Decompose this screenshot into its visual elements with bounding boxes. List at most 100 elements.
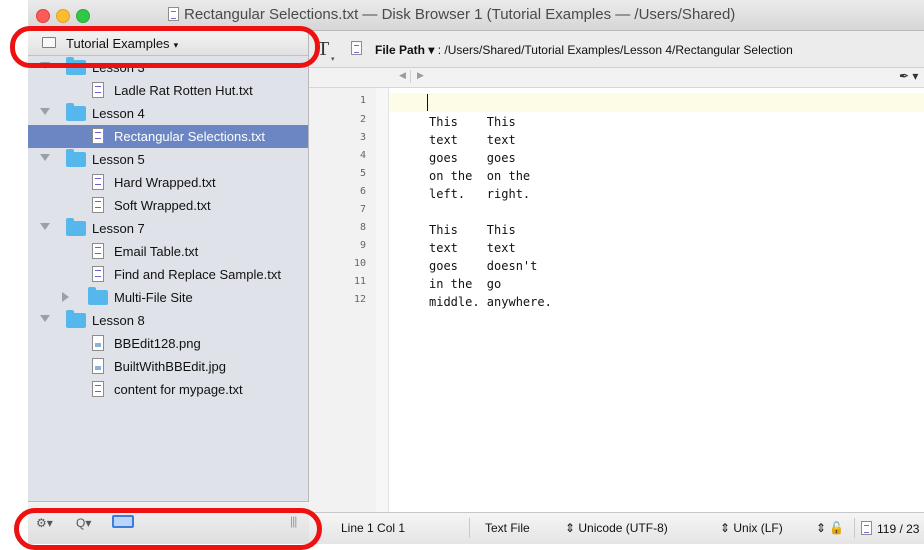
code-line[interactable]: goes goes (429, 151, 516, 165)
code-line[interactable]: This This (429, 115, 516, 129)
title-bar: Rectangular Selections.txt — Disk Browse… (28, 0, 924, 31)
code-line[interactable]: middle. anywhere. (429, 295, 552, 309)
disclosure-triangle-icon[interactable] (62, 292, 69, 302)
current-line-highlight (389, 93, 924, 112)
tree-item-lesson-8[interactable]: Lesson 8 (28, 309, 308, 332)
text-caret (427, 94, 428, 111)
document-stats: 119 / 23 . (861, 521, 924, 536)
tree-item-label: Rectangular Selections.txt (114, 129, 266, 144)
tree-item-ladle-rat-rotten-hut[interactable]: Ladle Rat Rotten Hut.txt (28, 79, 308, 102)
gear-icon[interactable]: ⚙▾ (36, 516, 53, 530)
folder-icon (42, 37, 56, 48)
window-title: Rectangular Selections.txt — Disk Browse… (168, 6, 735, 23)
disclosure-triangle-icon[interactable] (40, 223, 50, 230)
tree-item-bbedit128[interactable]: BBEdit128.png (28, 332, 308, 355)
lock-icon[interactable]: ⇕ 🔓 (816, 521, 844, 535)
line-number: 6 (359, 186, 366, 197)
divider (469, 518, 470, 538)
search-icon[interactable]: Q▾ (76, 516, 91, 530)
tree-item-rectangular-selections[interactable]: Rectangular Selections.txt (28, 125, 308, 148)
tree-item-lesson-4[interactable]: Lesson 4 (28, 102, 308, 125)
code-line[interactable]: text text (429, 133, 516, 147)
text-document-icon (168, 7, 179, 21)
fold-gutter[interactable] (376, 88, 389, 512)
encoding-popup[interactable]: ⇕ Unicode (UTF-8) (565, 521, 668, 535)
line-number: 1 (359, 95, 366, 106)
tree-item-hard-wrapped[interactable]: Hard Wrapped.txt (28, 171, 308, 194)
tree-item-multi-file-site[interactable]: Multi-File Site (28, 286, 308, 309)
forward-arrow-icon[interactable]: ▶ (417, 70, 424, 81)
line-number: 9 (359, 240, 366, 251)
cursor-position[interactable]: Line 1 Col 1 (341, 521, 405, 535)
code-line[interactable]: on the on the (429, 169, 530, 183)
tree-item-email-table[interactable]: Email Table.txt (28, 240, 308, 263)
text-options-icon[interactable]: T (317, 38, 329, 61)
tree-item-label: Lesson 4 (92, 106, 145, 121)
tree-item-label: Lesson 8 (92, 313, 145, 328)
tree-item-label: BBEdit128.png (114, 336, 201, 351)
split-view-button[interactable] (112, 515, 134, 528)
chevron-down-icon: ▾ (331, 56, 335, 63)
chevron-down-icon: ▾ (173, 40, 179, 50)
text-document-icon[interactable] (351, 41, 362, 55)
folder-icon (66, 149, 86, 167)
line-number: 7 (359, 204, 366, 215)
disclosure-triangle-icon[interactable] (40, 315, 50, 322)
line-number: 4 (359, 150, 366, 161)
text-file-icon (92, 381, 104, 397)
minimize-button[interactable] (56, 9, 70, 23)
close-button[interactable] (36, 9, 50, 23)
disclosure-triangle-icon[interactable] (40, 62, 50, 69)
image-file-icon (92, 358, 104, 374)
zoom-button[interactable] (76, 9, 90, 23)
folder-icon (66, 218, 86, 236)
line-number-gutter: 1 2 3 4 5 6 7 8 9 10 11 12 (309, 88, 377, 512)
tree-item-label: Soft Wrapped.txt (114, 198, 211, 213)
code-line[interactable]: left. right. (429, 187, 530, 201)
document-stats-text: 119 / 23 . (877, 522, 924, 536)
pen-icon[interactable]: ✒ ▾ (899, 69, 918, 83)
text-file-icon (92, 243, 104, 259)
code-line[interactable]: text text (429, 241, 516, 255)
tree-item-find-and-replace-sample[interactable]: Find and Replace Sample.txt (28, 263, 308, 286)
disclosure-triangle-icon[interactable] (40, 108, 50, 115)
code-line[interactable]: in the go (429, 277, 501, 291)
tree-item-label: content for mypage.txt (114, 382, 243, 397)
tree-item-lesson-7[interactable]: Lesson 7 (28, 217, 308, 240)
tree-item-soft-wrapped[interactable]: Soft Wrapped.txt (28, 194, 308, 217)
back-arrow-icon[interactable]: ◀ (399, 70, 406, 81)
tree-item-builtwithbbedit[interactable]: BuiltWithBBEdit.jpg (28, 355, 308, 378)
text-file-icon (92, 197, 104, 213)
folder-icon (66, 57, 86, 75)
image-file-icon (92, 335, 104, 351)
folder-popup[interactable]: Tutorial Examples ▾ (28, 31, 308, 56)
status-bar: Line 1 Col 1 Text File ⇕ Unicode (UTF-8)… (309, 512, 924, 544)
language-popup[interactable]: Text File (485, 521, 530, 535)
tree-item-label: Lesson 7 (92, 221, 145, 236)
line-number: 2 (359, 114, 366, 125)
navigation-bar: ◀ ▶ ✒ ▾ (309, 68, 924, 88)
tree-item-label: Lesson 5 (92, 152, 145, 167)
tree-item-lesson-3[interactable]: Lesson 3 (28, 56, 308, 79)
folder-popup-label: Tutorial Examples (66, 36, 170, 51)
folder-icon (88, 287, 108, 305)
line-number: 5 (359, 168, 366, 179)
tree-item-label: BuiltWithBBEdit.jpg (114, 359, 226, 374)
tree-item-label: Email Table.txt (114, 244, 199, 259)
line-endings-popup[interactable]: ⇕ Unix (LF) (720, 521, 783, 535)
file-path-popup[interactable]: File Path ▾ (375, 43, 434, 57)
document-icon (861, 521, 872, 535)
resize-grip-icon[interactable]: ||| (290, 514, 297, 528)
tree-item-content-for-mypage[interactable]: content for mypage.txt (28, 378, 308, 401)
line-number: 12 (353, 294, 366, 305)
folder-icon (66, 103, 86, 121)
tree-item-label: Ladle Rat Rotten Hut.txt (114, 83, 253, 98)
tree-item-lesson-5[interactable]: Lesson 5 (28, 148, 308, 171)
bbedit-window: Rectangular Selections.txt — Disk Browse… (28, 0, 924, 544)
file-path-display[interactable]: File Path ▾ : /Users/Shared/Tutorial Exa… (375, 43, 793, 57)
code-line[interactable]: goes doesn't (429, 259, 537, 273)
code-line[interactable]: This This (429, 223, 516, 237)
disk-browser-sidebar: Tutorial Examples ▾ Lesson 3 Ladle Rat Ro… (28, 31, 309, 501)
line-number: 11 (353, 276, 366, 287)
disclosure-triangle-icon[interactable] (40, 154, 50, 161)
